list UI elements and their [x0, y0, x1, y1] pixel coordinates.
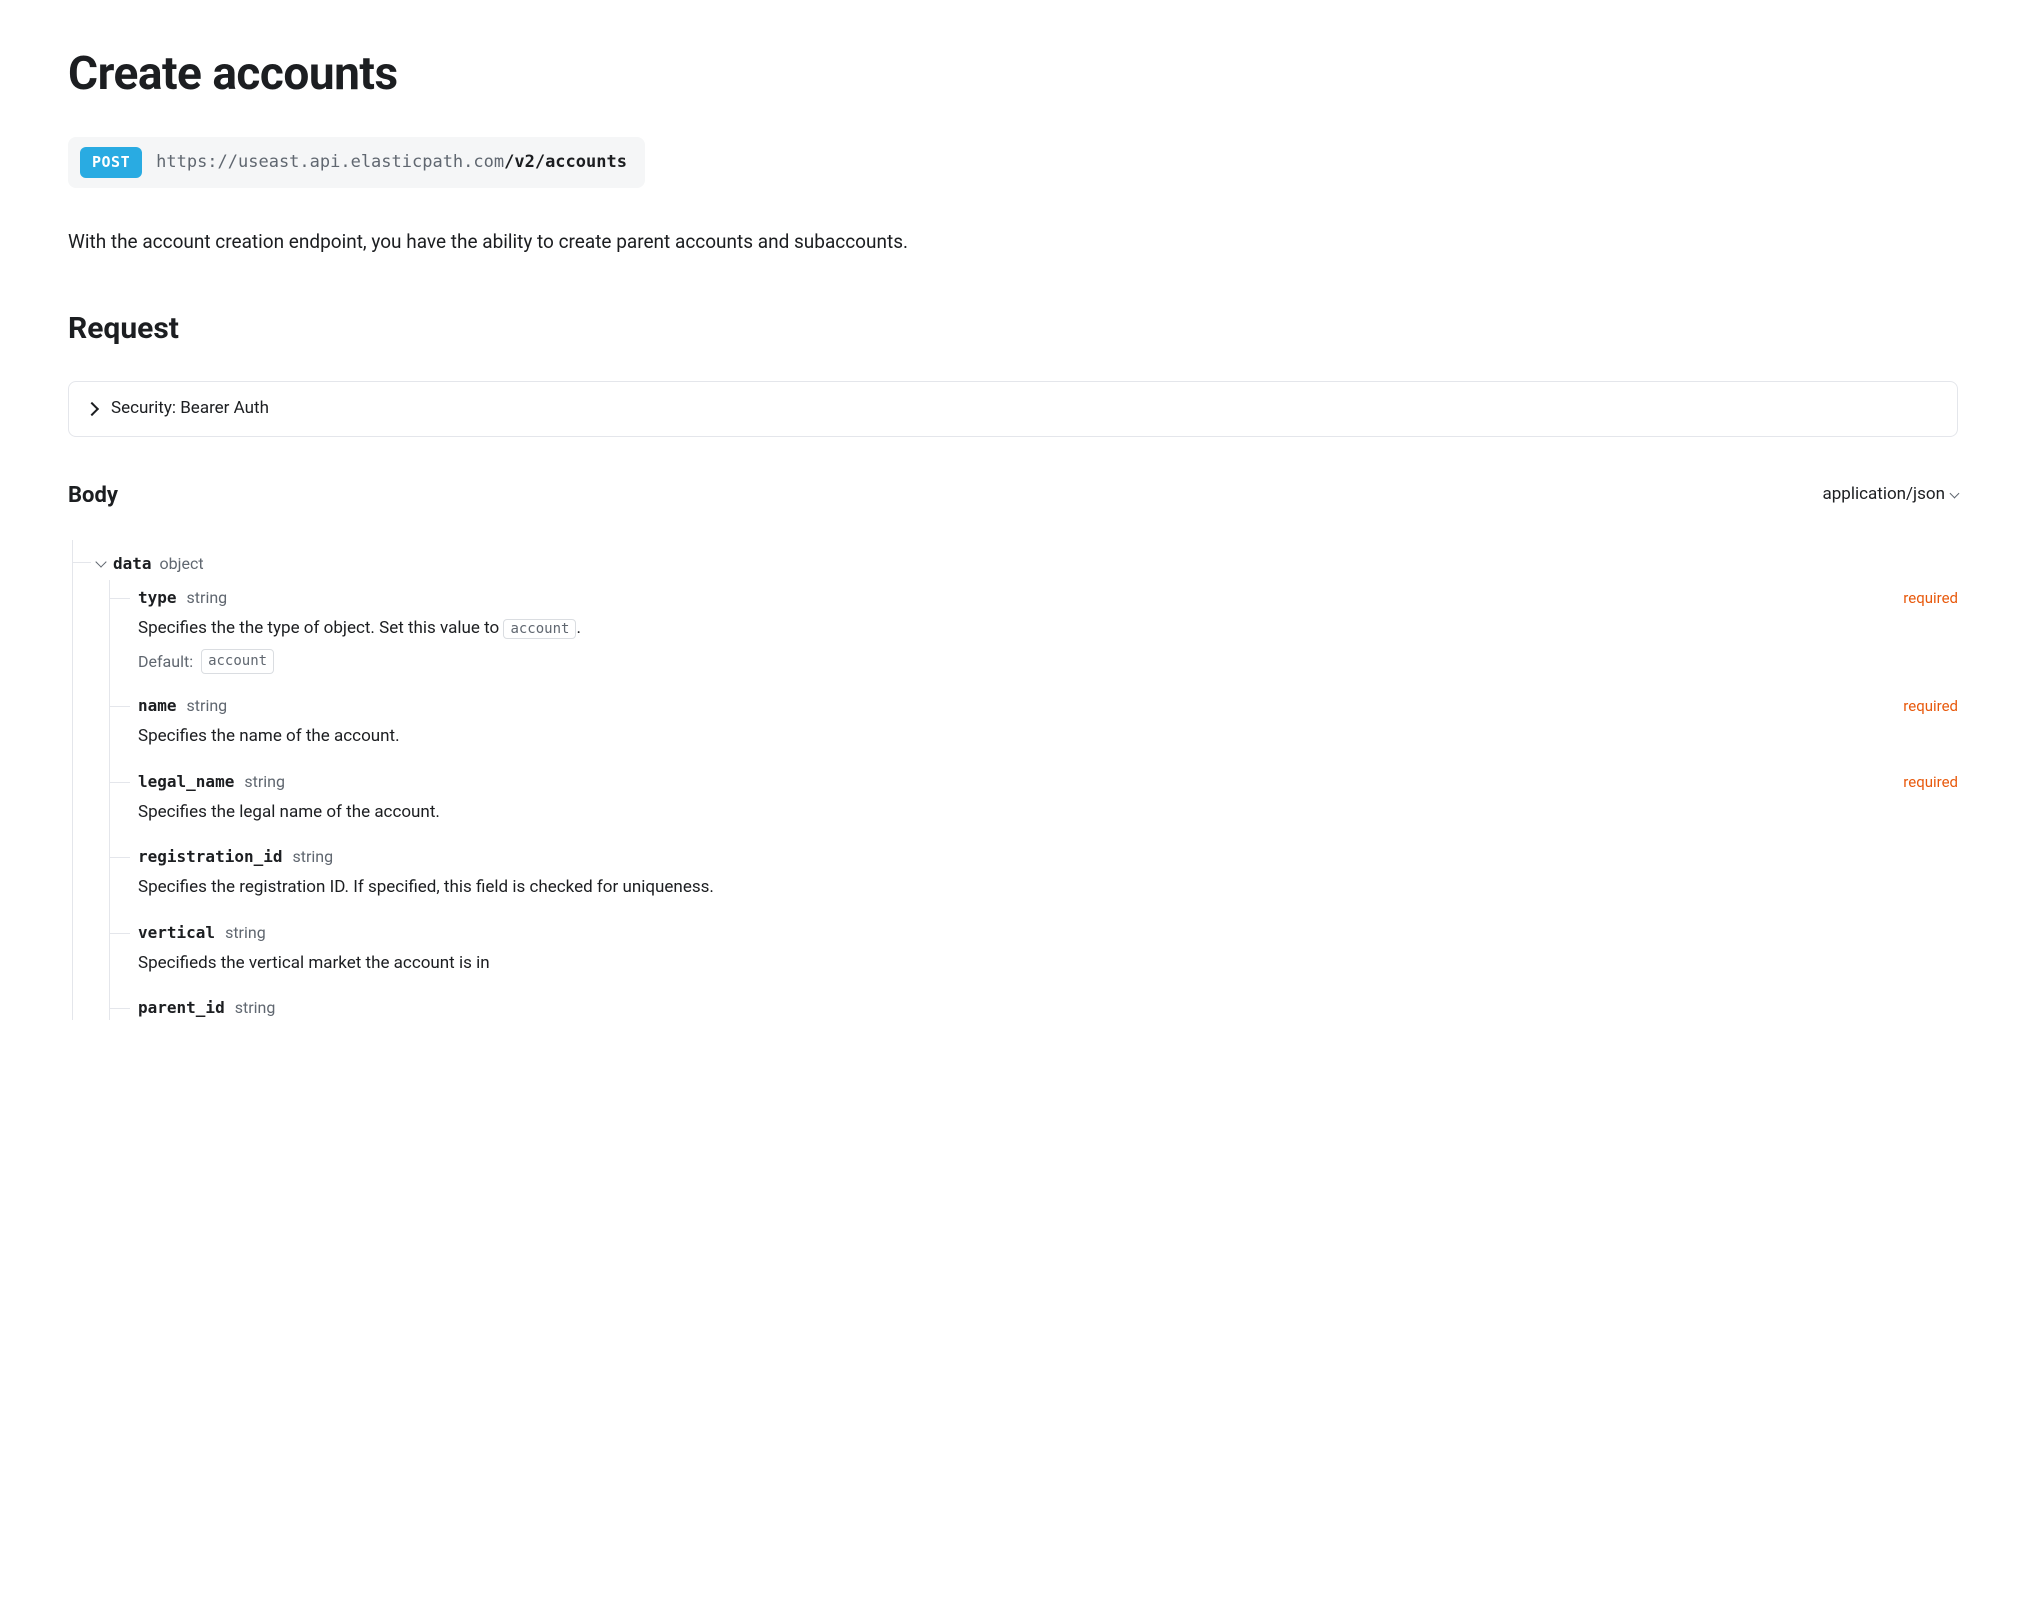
default-label: Default:	[138, 650, 193, 674]
field-name: registration_id	[138, 845, 283, 869]
field-datatype: string	[293, 845, 334, 869]
field-datatype: string	[235, 996, 276, 1020]
field-name: name	[138, 694, 177, 718]
field-datatype: string	[244, 770, 285, 794]
field-description: Specifies the registration ID. If specif…	[138, 875, 1958, 901]
chevron-right-icon	[85, 402, 99, 416]
default-row: Default: account	[138, 649, 1958, 674]
field-datatype: string	[187, 694, 228, 718]
chevron-down-icon	[1950, 489, 1960, 499]
schema-children: type string required Specifies the the t…	[109, 580, 1958, 1021]
field-registration-id: registration_id string Specifies the reg…	[110, 845, 1958, 921]
field-description: Specifieds the vertical market the accou…	[138, 951, 1958, 977]
field-name: type	[138, 586, 177, 610]
content-type-selector[interactable]: application/json	[1823, 482, 1958, 508]
page-title: Create accounts	[68, 40, 1958, 109]
http-method-badge: POST	[80, 147, 142, 178]
field-datatype: string	[187, 586, 228, 610]
default-value: account	[201, 649, 274, 674]
desc-text: Specifies the the type of object. Set th…	[138, 618, 503, 638]
body-heading: Body	[68, 479, 118, 512]
field-vertical: vertical string Specifieds the vertical …	[110, 921, 1958, 997]
root-field-name: data	[113, 552, 152, 576]
required-tag: required	[1903, 587, 1958, 610]
field-name-item: name string required Specifies the name …	[110, 694, 1958, 770]
schema-root-node: data object type string required Specifi…	[73, 546, 1958, 1021]
field-datatype: string	[225, 921, 266, 945]
field-parent-id: parent_id string	[110, 996, 1958, 1020]
body-header: Body application/json	[68, 479, 1958, 512]
endpoint-url: https://useast.api.elasticpath.com/v2/ac…	[156, 150, 627, 176]
endpoint-description: With the account creation endpoint, you …	[68, 228, 1958, 257]
endpoint-base: https://useast.api.elasticpath.com	[156, 152, 504, 172]
field-name: legal_name	[138, 770, 234, 794]
field-legal-name: legal_name string required Specifies the…	[110, 770, 1958, 846]
request-heading: Request	[68, 306, 1958, 351]
field-type: type string required Specifies the the t…	[110, 586, 1958, 695]
field-description: Specifies the legal name of the account.	[138, 800, 1958, 826]
field-name: vertical	[138, 921, 215, 945]
endpoint-path: /v2/accounts	[504, 152, 627, 172]
schema-root-header[interactable]: data object	[97, 546, 1958, 580]
root-field-type: object	[160, 552, 204, 576]
required-tag: required	[1903, 771, 1958, 794]
inline-code: account	[503, 619, 576, 639]
endpoint-box: POST https://useast.api.elasticpath.com/…	[68, 137, 645, 188]
field-description: Specifies the name of the account.	[138, 724, 1958, 750]
content-type-label: application/json	[1823, 482, 1945, 508]
chevron-down-icon[interactable]	[95, 556, 106, 567]
desc-text: .	[576, 618, 580, 638]
schema-tree: data object type string required Specifi…	[72, 540, 1958, 1021]
security-label: Security: Bearer Auth	[111, 396, 269, 422]
field-name: parent_id	[138, 996, 225, 1020]
field-description: Specifies the the type of object. Set th…	[138, 616, 1958, 642]
security-panel[interactable]: Security: Bearer Auth	[68, 381, 1958, 437]
required-tag: required	[1903, 695, 1958, 718]
